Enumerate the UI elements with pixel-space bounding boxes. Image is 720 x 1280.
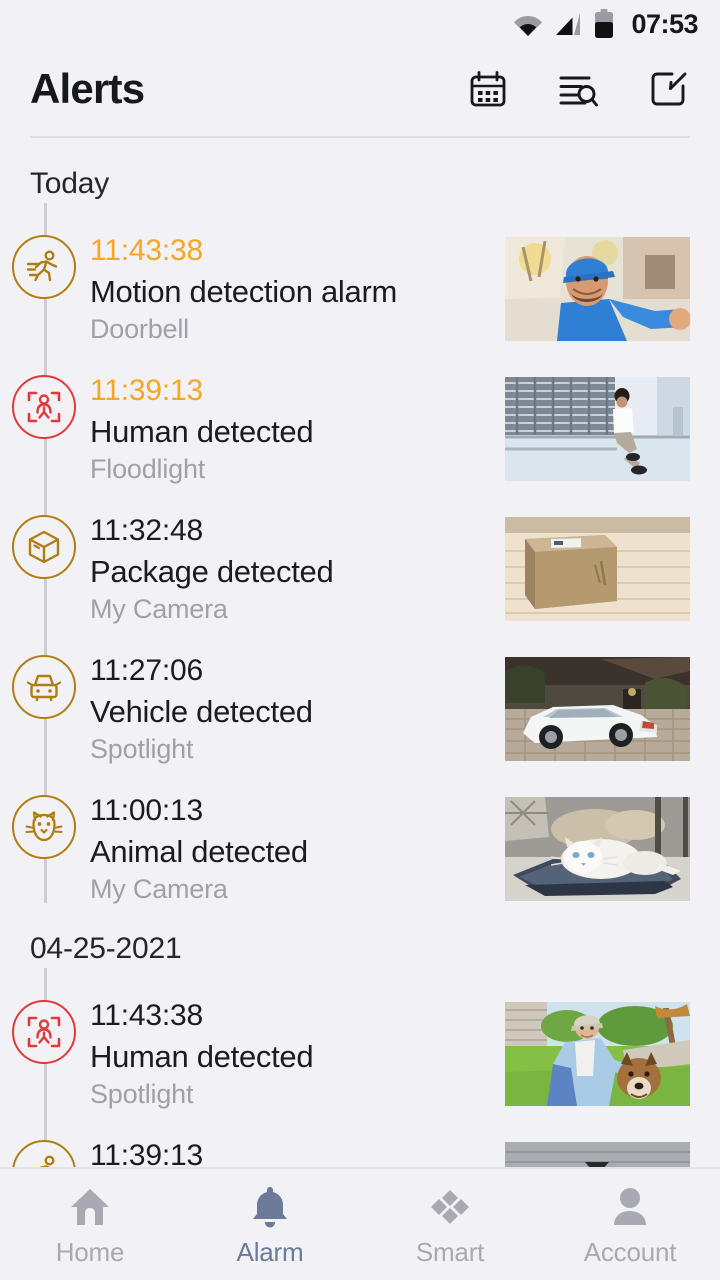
alert-thumbnail[interactable] bbox=[505, 657, 690, 761]
car-icon bbox=[26, 674, 62, 702]
filter-search-button[interactable] bbox=[556, 67, 600, 111]
nav-item-smart[interactable]: Smart bbox=[360, 1181, 540, 1268]
running-person-icon bbox=[39, 1155, 55, 1167]
alert-time: 11:27:06 bbox=[90, 654, 203, 687]
alert-time: 11:00:13 bbox=[90, 794, 203, 827]
alert-thumbnail[interactable] bbox=[505, 377, 690, 481]
alert-text: 11:43:38 Human detected Spotlight bbox=[90, 968, 505, 1113]
nav-label-account: Account bbox=[583, 1237, 677, 1267]
alert-text: 11:43:38 Motion detection alarm Doorbell bbox=[90, 203, 505, 348]
alert-row[interactable]: 11:39:13 Human detected Floodlight bbox=[0, 343, 720, 484]
alert-badge bbox=[12, 515, 76, 579]
alert-thumbnail[interactable] bbox=[505, 797, 690, 901]
person-icon bbox=[614, 1188, 646, 1225]
alert-badge bbox=[12, 795, 76, 859]
alerts-screen: 07:53 Alerts Today 11:43:38 Motion detec… bbox=[0, 0, 720, 1280]
alert-title: Human detected bbox=[90, 1039, 314, 1075]
alert-thumbnail[interactable] bbox=[505, 517, 690, 621]
calendar-icon bbox=[470, 71, 506, 107]
white-car-driveway-photo bbox=[505, 657, 690, 761]
timeline-rail bbox=[0, 623, 90, 763]
status-bar: 07:53 bbox=[0, 0, 720, 48]
timeline-rail bbox=[0, 1108, 90, 1167]
alert-text: 11:39:13 bbox=[90, 1108, 505, 1167]
nav-item-account[interactable]: Account bbox=[540, 1181, 720, 1268]
alert-row[interactable]: 11:39:13 bbox=[0, 1108, 720, 1167]
timeline-rail bbox=[0, 968, 90, 1108]
alert-title: Vehicle detected bbox=[90, 694, 313, 730]
filter-search-icon bbox=[559, 76, 598, 107]
white-cat-on-cushion-photo bbox=[505, 797, 690, 901]
alert-row[interactable]: 11:43:38 Motion detection alarm Doorbell bbox=[0, 203, 720, 344]
status-bar-clock: 07:53 bbox=[631, 8, 698, 39]
section-header-today: Today bbox=[30, 167, 110, 200]
cardboard-box-photo bbox=[505, 517, 690, 621]
page-title: Alerts bbox=[30, 65, 145, 112]
running-person-icon bbox=[26, 250, 58, 282]
nav-label-smart: Smart bbox=[415, 1237, 485, 1267]
bell-icon bbox=[253, 1187, 287, 1228]
partial-photo bbox=[505, 1142, 690, 1167]
alert-title: Motion detection alarm bbox=[90, 274, 398, 310]
alert-row[interactable]: 11:32:48 Package detected My Camera bbox=[0, 483, 720, 624]
alert-thumbnail[interactable] bbox=[505, 237, 690, 341]
alert-thumbnail[interactable] bbox=[505, 1002, 690, 1106]
cat-face-icon bbox=[25, 811, 63, 842]
alert-badge bbox=[12, 375, 76, 439]
timeline-rail bbox=[0, 483, 90, 623]
alert-text: 11:32:48 Package detected My Camera bbox=[90, 483, 505, 628]
alert-time: 11:39:13 bbox=[90, 374, 203, 407]
alert-time: 11:32:48 bbox=[90, 514, 203, 547]
alerts-list[interactable]: Today 11:43:38 Motion detection alarm Do… bbox=[0, 138, 720, 1167]
header-actions bbox=[466, 67, 690, 111]
alert-badge bbox=[12, 655, 76, 719]
nav-item-alarm[interactable]: Alarm bbox=[180, 1181, 360, 1268]
package-box-icon bbox=[28, 530, 60, 564]
alert-row[interactable]: 11:43:38 Human detected Spotlight bbox=[0, 968, 720, 1109]
alert-time: 11:43:38 bbox=[90, 234, 203, 267]
nav-item-home[interactable]: Home bbox=[0, 1181, 180, 1268]
section-header-date: 04-25-2021 bbox=[30, 932, 182, 965]
diamonds-icon bbox=[431, 1190, 469, 1224]
alert-title: Human detected bbox=[90, 414, 314, 450]
calendar-button[interactable] bbox=[466, 67, 510, 111]
edit-button[interactable] bbox=[646, 67, 690, 111]
alert-text: 11:39:13 Human detected Floodlight bbox=[90, 343, 505, 488]
alert-time: 11:43:38 bbox=[90, 999, 203, 1032]
battery-icon bbox=[595, 9, 614, 38]
cellular-signal-icon bbox=[556, 13, 581, 35]
person-with-dog-photo bbox=[505, 1002, 690, 1106]
alert-badge bbox=[12, 235, 76, 299]
nav-label-alarm: Alarm bbox=[236, 1237, 304, 1267]
alert-badge bbox=[12, 1000, 76, 1064]
nav-label-home: Home bbox=[55, 1237, 125, 1267]
alert-device: My Camera bbox=[90, 874, 228, 905]
alert-title: Animal detected bbox=[90, 834, 308, 870]
edit-icon bbox=[651, 72, 687, 106]
timeline-rail bbox=[0, 343, 90, 483]
human-detect-icon bbox=[27, 391, 61, 423]
delivery-person-photo bbox=[505, 237, 690, 341]
alert-row[interactable]: 11:27:06 Vehicle detected Spotlight bbox=[0, 623, 720, 764]
person-by-railing-photo bbox=[505, 377, 690, 481]
home-icon bbox=[71, 1189, 109, 1225]
alert-time: 11:39:13 bbox=[90, 1139, 203, 1167]
alert-thumbnail[interactable] bbox=[505, 1142, 690, 1167]
alert-row[interactable]: 11:00:13 Animal detected My Camera bbox=[0, 763, 720, 904]
human-detect-icon bbox=[27, 1016, 61, 1048]
wifi-icon bbox=[514, 16, 543, 36]
alert-text: 11:27:06 Vehicle detected Spotlight bbox=[90, 623, 505, 768]
timeline-rail bbox=[0, 763, 90, 903]
alert-title: Package detected bbox=[90, 554, 334, 590]
timeline-rail bbox=[0, 203, 90, 343]
app-header: Alerts bbox=[0, 48, 720, 130]
alert-badge bbox=[12, 1140, 76, 1167]
bottom-navigation: Home Alarm Smart Account bbox=[0, 1167, 720, 1280]
alert-text: 11:00:13 Animal detected My Camera bbox=[90, 763, 505, 908]
